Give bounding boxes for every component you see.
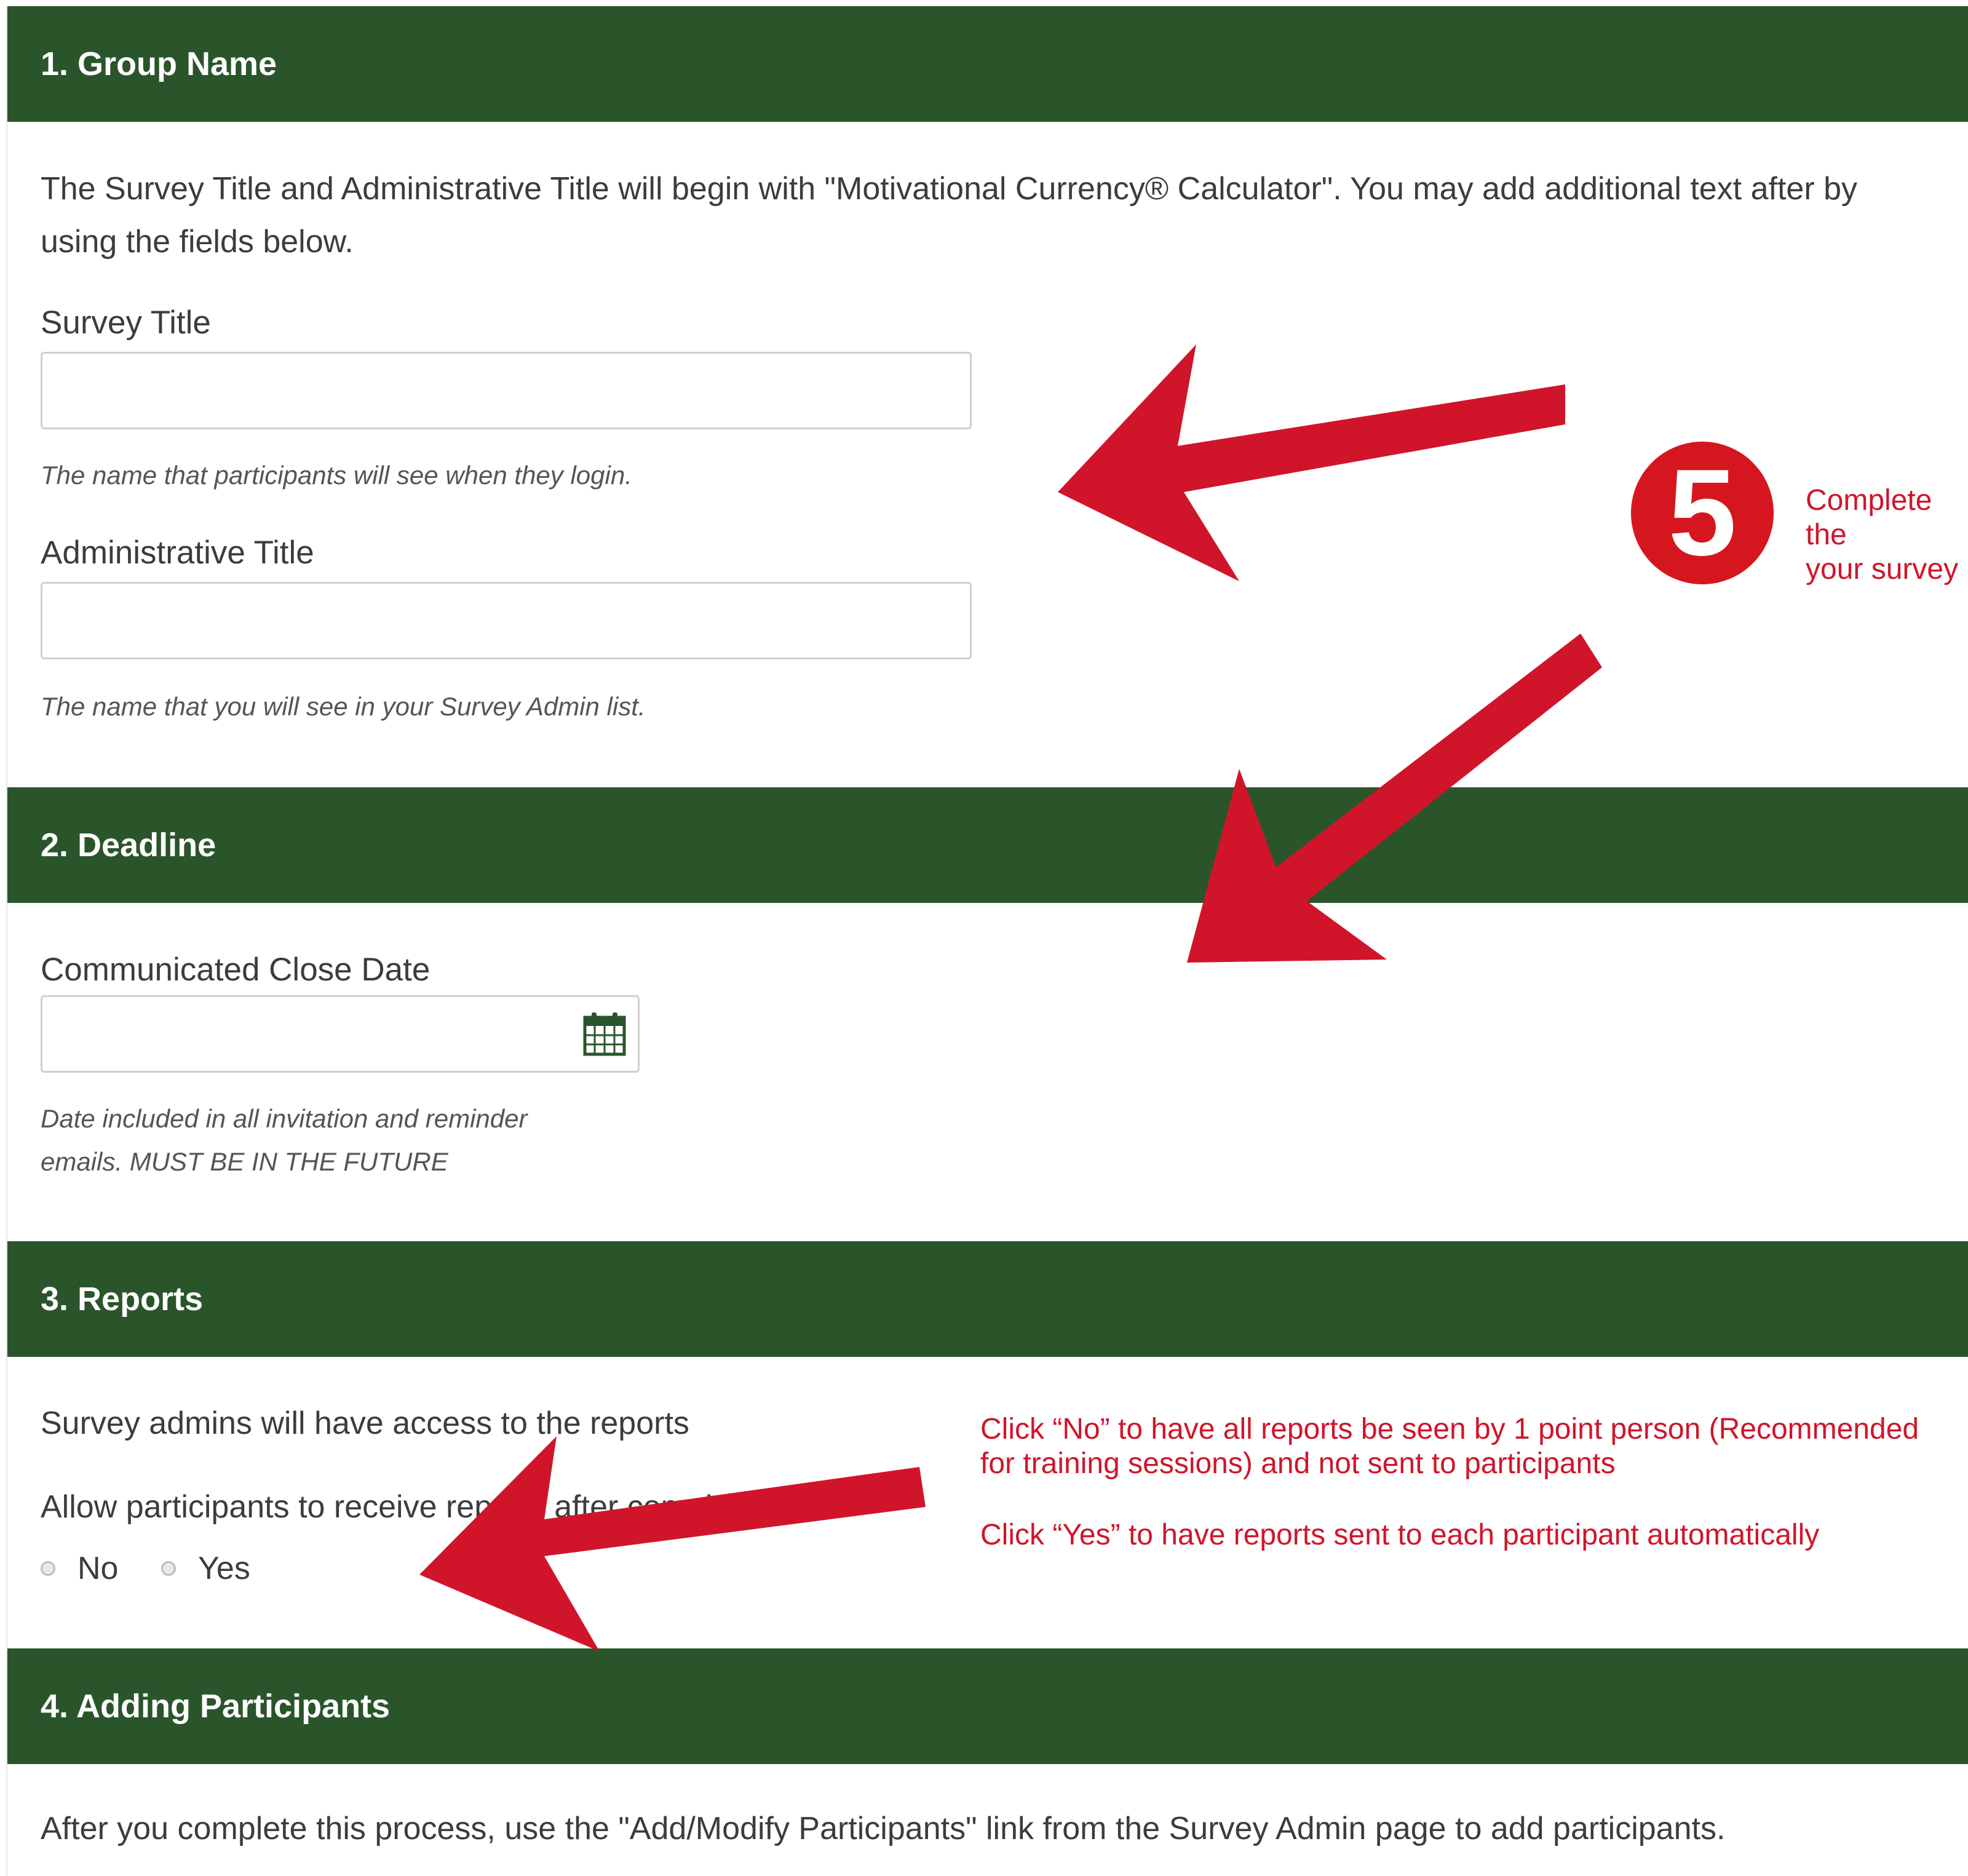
- radio-label: No: [77, 1551, 119, 1586]
- section-header-reports: 3. Reports: [7, 1241, 1968, 1357]
- section-title: 4. Adding Participants: [41, 1688, 391, 1725]
- admin-title-help: The name that you will see in your Surve…: [41, 692, 646, 721]
- step-instruction-line-1: Complete the: [1806, 484, 1932, 551]
- admin-title-label: Administrative Title: [41, 535, 314, 571]
- close-date-field: [41, 995, 640, 1073]
- survey-title-help: The name that participants will see when…: [41, 461, 632, 490]
- close-date-label: Communicated Close Date: [41, 952, 430, 988]
- reports-yes-note: Click “Yes” to have reports sent to each…: [980, 1519, 1820, 1551]
- radio-option-no[interactable]: No: [41, 1550, 118, 1587]
- reports-no-note-line-2: for training sessions) and not sent to p…: [980, 1447, 1616, 1480]
- close-date-help-line-1: Date included in all invitation and remi…: [41, 1104, 528, 1133]
- section-title: 3. Reports: [41, 1281, 204, 1318]
- step-number-badge: 5: [1631, 442, 1774, 584]
- survey-title-input[interactable]: [41, 352, 972, 429]
- reports-no-note: Click “No” to have all reports be seen b…: [980, 1412, 1919, 1481]
- radio-option-yes[interactable]: Yes: [161, 1550, 250, 1587]
- step-instruction-line-2: your survey: [1806, 553, 1959, 586]
- radio-button[interactable]: [41, 1561, 55, 1576]
- adding-participants-text: After you complete this process, use the…: [41, 1811, 1726, 1846]
- survey-title-label: Survey Title: [41, 304, 211, 341]
- calendar-icon[interactable]: [583, 1011, 626, 1057]
- intro-line-1: The Survey Title and Administrative Titl…: [41, 171, 1857, 207]
- group-name-intro: The Survey Title and Administrative Titl…: [41, 162, 1947, 268]
- admin-title-input[interactable]: [41, 582, 972, 659]
- reports-no-note-line-1: Click “No” to have all reports be seen b…: [980, 1413, 1919, 1445]
- close-date-help: Date included in all invitation and remi…: [41, 1097, 527, 1183]
- survey-setup-page: 1. Group Name The Survey Title and Admin…: [6, 6, 1968, 1876]
- close-date-input[interactable]: [41, 995, 640, 1073]
- step-instruction: Complete the your survey: [1806, 483, 1968, 587]
- radio-button[interactable]: [161, 1561, 176, 1576]
- section-title: 2. Deadline: [41, 827, 216, 864]
- section-header-adding-participants: 4. Adding Participants: [7, 1648, 1968, 1764]
- section-title: 1. Group Name: [41, 46, 277, 82]
- section-header-deadline: 2. Deadline: [7, 787, 1968, 903]
- reports-allow-text: Allow participants to receive reports af…: [41, 1489, 782, 1525]
- intro-line-2: using the fields below.: [41, 224, 354, 260]
- radio-label: Yes: [198, 1551, 250, 1586]
- close-date-help-line-2: emails. MUST BE IN THE FUTURE: [41, 1147, 448, 1176]
- section-header-group-name: 1. Group Name: [7, 6, 1968, 122]
- reports-admin-access-text: Survey admins will have access to the re…: [41, 1405, 689, 1441]
